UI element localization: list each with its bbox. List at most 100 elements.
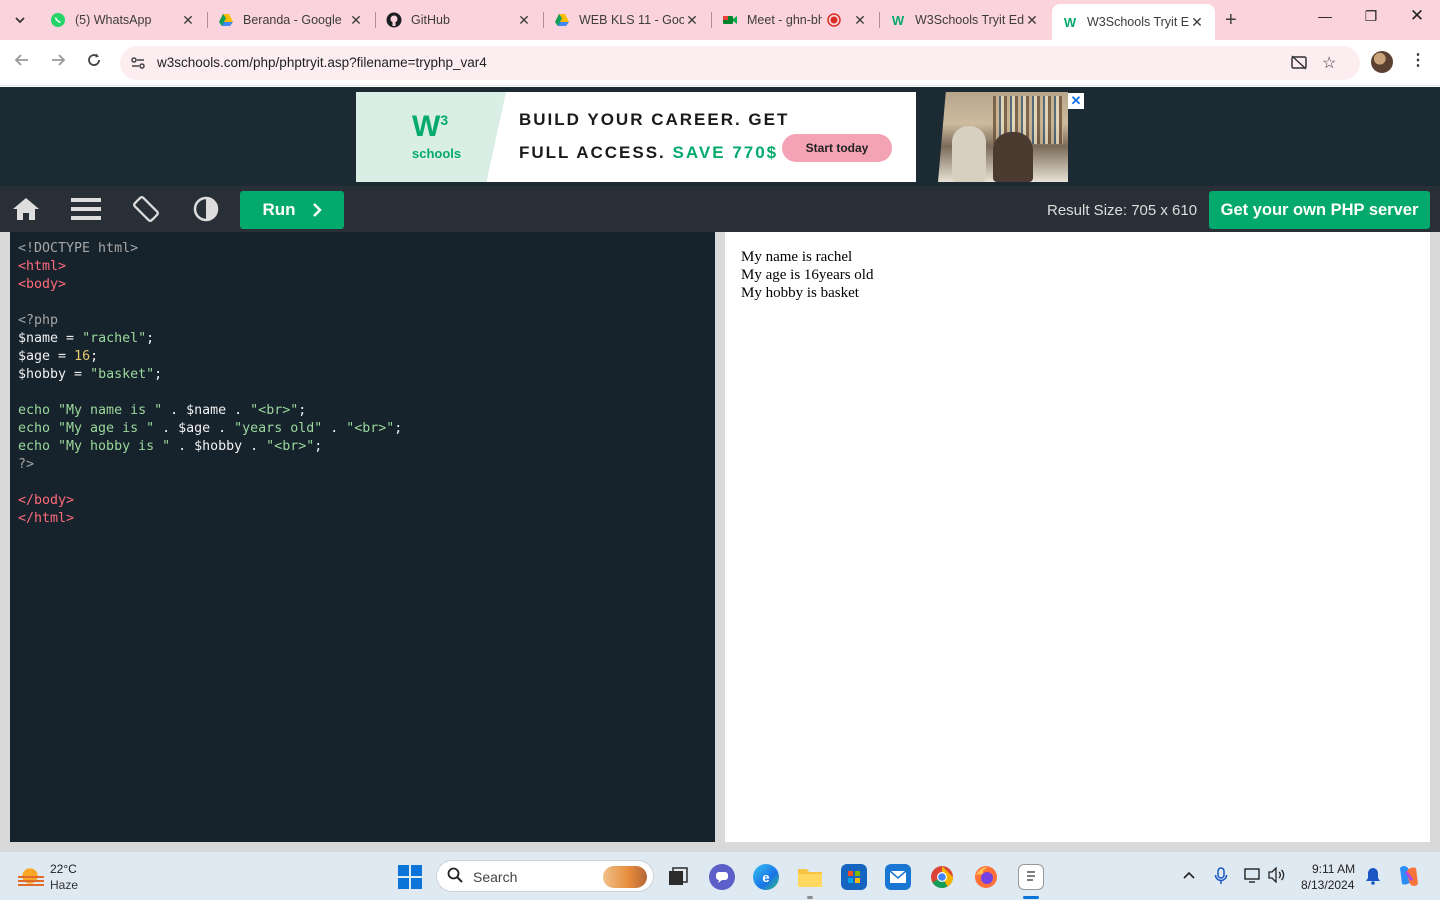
search-placeholder: Search xyxy=(473,869,518,885)
tab-github[interactable]: GitHub ✕ xyxy=(376,4,542,36)
windows-start-icon[interactable] xyxy=(398,865,422,889)
ad-close-button[interactable]: ✕ xyxy=(1068,93,1084,109)
ad-start-today-button[interactable]: Start today xyxy=(782,134,892,162)
result-line: My name is rachel xyxy=(741,249,853,265)
google-drive-icon xyxy=(554,12,570,28)
tracking-protection-icon[interactable] xyxy=(1290,53,1308,76)
edge-browser-icon[interactable]: e xyxy=(753,864,779,890)
reload-button[interactable] xyxy=(82,52,106,73)
menu-button[interactable] xyxy=(71,195,101,223)
forward-button[interactable] xyxy=(46,52,70,73)
site-info-icon[interactable] xyxy=(130,55,146,74)
weather-temperature[interactable]: 22°C xyxy=(50,862,77,876)
search-highlight-image xyxy=(603,866,647,888)
hamburger-menu-icon xyxy=(71,198,101,220)
restore-button[interactable]: ❐ xyxy=(1356,8,1386,25)
ad-photo-person xyxy=(952,126,986,182)
arrow-right-icon xyxy=(52,54,66,66)
network-icon[interactable] xyxy=(1244,867,1262,886)
profile-avatar[interactable] xyxy=(1371,51,1393,73)
bookmark-star-icon[interactable]: ☆ xyxy=(1322,53,1336,73)
run-label: Run xyxy=(262,200,296,219)
ad-banner[interactable]: W3 schools BUILD YOUR CAREER. GET FULL A… xyxy=(356,92,1084,182)
rotate-orientation-icon xyxy=(133,196,159,222)
teams-chat-icon[interactable] xyxy=(709,864,735,890)
mail-icon[interactable] xyxy=(885,864,911,890)
code-line: </html> xyxy=(18,511,75,526)
ad-headline-line1: BUILD YOUR CAREER. GET xyxy=(519,110,790,129)
tab-title: (5) WhatsApp xyxy=(75,13,152,27)
tab-title: W3Schools Tryit Ed xyxy=(915,13,1024,27)
running-indicator xyxy=(807,896,813,899)
tab-title: WEB KLS 11 - Goo xyxy=(579,13,684,27)
search-icon xyxy=(447,867,463,887)
microphone-icon[interactable] xyxy=(1214,867,1228,888)
code-line: </body> xyxy=(18,493,75,508)
close-tab-icon[interactable]: ✕ xyxy=(852,12,868,29)
browser-toolbar: w3schools.com/php/phptryit.asp?filename=… xyxy=(0,40,1440,86)
close-tab-icon[interactable]: ✕ xyxy=(1189,14,1205,31)
ad-photo xyxy=(938,92,1068,182)
code-line: ?> xyxy=(18,457,35,472)
task-view-icon[interactable] xyxy=(665,864,691,890)
tab-google-drive-web[interactable]: WEB KLS 11 - Goo ✕ xyxy=(544,4,710,36)
browser-menu-icon[interactable]: ⋮ xyxy=(1410,50,1426,70)
tab-w3schools-tryit-active[interactable]: W W3Schools Tryit Ed ✕ xyxy=(1052,4,1215,40)
code-line: <html> xyxy=(18,259,67,274)
clock-time[interactable]: 9:11 AM xyxy=(1312,862,1355,876)
weather-condition[interactable]: Haze xyxy=(50,878,78,892)
new-tab-button[interactable]: + xyxy=(1225,9,1237,32)
firefox-icon[interactable] xyxy=(973,864,999,890)
url-text[interactable]: w3schools.com/php/phptryit.asp?filename=… xyxy=(157,55,487,70)
file-explorer-icon[interactable] xyxy=(797,864,823,890)
home-button[interactable] xyxy=(11,195,41,223)
result-line: My age is 16years old xyxy=(741,267,874,283)
close-tab-icon[interactable]: ✕ xyxy=(180,12,196,29)
chevron-right-icon xyxy=(312,203,322,217)
get-php-server-button[interactable]: Get your own PHP server xyxy=(1209,191,1430,229)
minimize-button[interactable]: — xyxy=(1310,8,1340,24)
clock-date[interactable]: 8/13/2024 xyxy=(1301,878,1354,892)
result-pane: My name is rachel My age is 16years old … xyxy=(725,232,1430,842)
code-line: echo "My hobby is " . $hobby . "<br>"; xyxy=(18,439,323,454)
tab-title: Meet - ghn-bh xyxy=(747,13,822,27)
close-tab-icon[interactable]: ✕ xyxy=(684,12,700,29)
tab-whatsapp[interactable]: (5) WhatsApp ✕ xyxy=(40,4,206,36)
weather-haze-icon[interactable] xyxy=(18,864,44,888)
ad-save-text: SAVE 770$ xyxy=(672,143,779,162)
reload-icon xyxy=(88,53,100,66)
notepad-icon[interactable] xyxy=(1018,864,1044,890)
google-meet-icon xyxy=(722,12,738,28)
w3schools-logo-text: schools xyxy=(412,146,462,161)
close-window-button[interactable]: ✕ xyxy=(1402,6,1432,26)
code-editor[interactable]: <!DOCTYPE html> <html> <body> <?php $nam… xyxy=(10,232,715,842)
back-button[interactable] xyxy=(10,52,34,73)
close-tab-icon[interactable]: ✕ xyxy=(516,12,532,29)
tab-google-drive-beranda[interactable]: Beranda - Google ✕ xyxy=(208,4,374,36)
close-tab-icon[interactable]: ✕ xyxy=(348,12,364,29)
windows-taskbar: 22°C Haze Search e 9:11 AM 8/13/2024 xyxy=(0,851,1440,900)
copilot-icon[interactable] xyxy=(1396,864,1422,891)
tab-google-meet[interactable]: Meet - ghn-bh ✕ xyxy=(712,4,878,36)
taskbar-search[interactable]: Search xyxy=(436,860,654,892)
recording-icon xyxy=(826,12,842,28)
tab-search-button[interactable] xyxy=(8,8,32,32)
code-line: $age = 16; xyxy=(18,349,99,364)
notification-bell-icon[interactable] xyxy=(1365,867,1381,888)
close-tab-icon[interactable]: ✕ xyxy=(1024,12,1040,29)
rotate-layout-button[interactable] xyxy=(131,195,161,223)
contrast-icon xyxy=(193,196,219,222)
tab-w3schools-tryit[interactable]: W W3Schools Tryit Ed ✕ xyxy=(880,4,1050,36)
dark-mode-toggle[interactable] xyxy=(191,195,221,223)
w3schools-icon: W xyxy=(891,12,905,28)
code-line: <body> xyxy=(18,277,67,292)
address-bar[interactable]: w3schools.com/php/phptryit.asp?filename=… xyxy=(120,46,1360,80)
volume-icon[interactable] xyxy=(1268,866,1286,886)
code-line: $name = "rachel"; xyxy=(18,331,155,346)
show-hidden-icons-chevron[interactable] xyxy=(1182,867,1196,883)
chrome-icon[interactable] xyxy=(929,864,955,890)
run-button[interactable]: Run xyxy=(240,191,344,229)
code-line: echo "My age is " . $age . "years old" .… xyxy=(18,421,403,436)
microsoft-store-icon[interactable] xyxy=(841,864,867,890)
active-app-indicator xyxy=(1023,896,1039,899)
